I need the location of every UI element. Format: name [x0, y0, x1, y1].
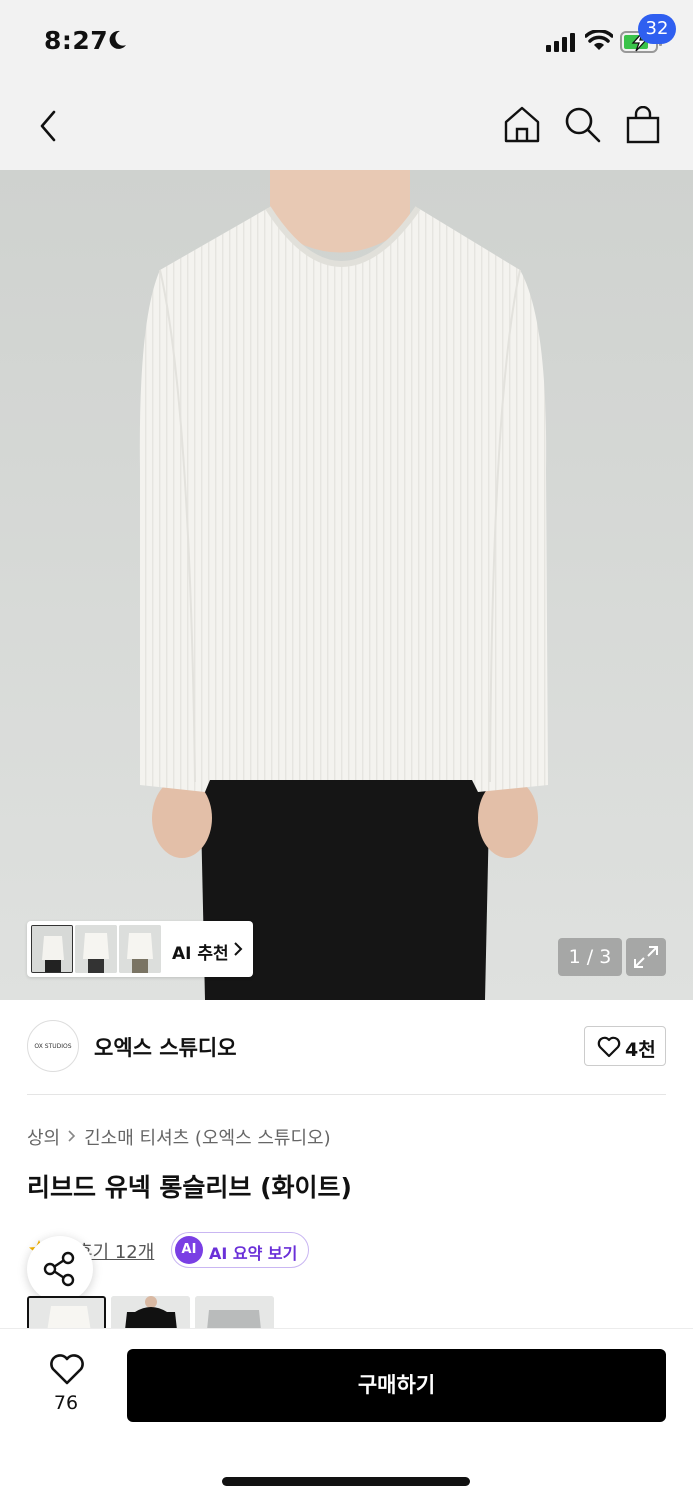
ai-badge: AI [175, 1236, 203, 1264]
status-bar: 8:27 [0, 0, 693, 84]
ai-summary-button[interactable]: AI AI 요약 보기 [171, 1232, 309, 1268]
wish-count: 76 [53, 1392, 79, 1414]
color-swatch-black[interactable] [111, 1296, 190, 1330]
image-page-counter: 1 / 3 [558, 938, 622, 976]
chevron-right-icon [234, 942, 243, 956]
share-button[interactable] [27, 1236, 93, 1302]
nav-bar [0, 84, 693, 170]
home-indicator [222, 1477, 470, 1486]
product-image[interactable] [0, 170, 693, 1000]
mini-thumbnail[interactable] [75, 925, 117, 973]
expand-icon [634, 946, 658, 968]
breadcrumb-item[interactable]: 긴소매 티셔츠 (오엑스 스튜디오) [84, 1128, 331, 1149]
shopping-bag-icon[interactable] [624, 106, 662, 144]
moon-icon [109, 30, 126, 49]
chevron-right-icon [68, 1130, 76, 1142]
buy-button[interactable]: 구매하기 [127, 1349, 666, 1422]
share-icon [43, 1251, 75, 1287]
mini-thumbnail[interactable] [119, 925, 161, 973]
product-title: 리브드 유넥 롱슬리브 (화이트) [27, 1173, 352, 1202]
expand-button[interactable] [626, 938, 666, 976]
breadcrumb: 상의 긴소매 티셔츠 (오엑스 스튜디오) [27, 1124, 331, 1150]
divider [27, 1094, 666, 1095]
mini-thumbnail[interactable] [31, 925, 73, 973]
ai-recommend-label: AI 추천 [172, 944, 229, 964]
color-swatch-white[interactable] [27, 1296, 106, 1330]
status-time: 8:27 [44, 26, 109, 55]
brand-like-count: 4천 [625, 1039, 656, 1061]
ai-summary-label: AI 요약 보기 [209, 1244, 298, 1263]
brand-logo[interactable]: OX STUDIOS [27, 1020, 79, 1072]
home-icon[interactable] [502, 104, 542, 144]
search-icon[interactable] [562, 104, 602, 144]
brand-like-button[interactable]: 4천 [584, 1026, 666, 1066]
color-swatch-gray[interactable] [195, 1296, 274, 1330]
brand-name[interactable]: 오엑스 스튜디오 [94, 1032, 237, 1062]
heart-icon[interactable] [49, 1354, 85, 1386]
wifi-icon [585, 30, 613, 50]
signal-icon [546, 33, 575, 52]
cart-count-badge: 32 [638, 14, 676, 44]
breadcrumb-item[interactable]: 상의 [27, 1128, 60, 1149]
product-photo [0, 170, 693, 1000]
heart-icon [597, 1036, 621, 1058]
ai-recommend-strip[interactable]: AI 추천 [27, 921, 253, 977]
back-icon[interactable] [34, 108, 62, 144]
